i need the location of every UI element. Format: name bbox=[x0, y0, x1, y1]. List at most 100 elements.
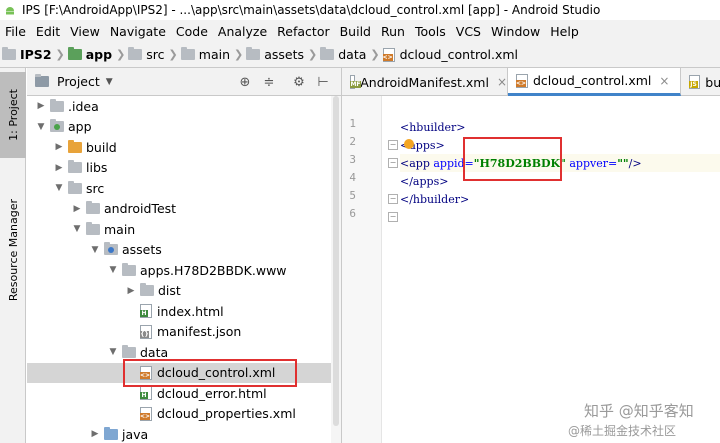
expand-right-icon[interactable]: ▶ bbox=[53, 163, 65, 173]
breadcrumb-item[interactable]: IPS2 ❯ bbox=[2, 47, 68, 62]
tree-item[interactable]: ▶ java bbox=[27, 424, 341, 443]
tree-item[interactable]: ▶ androidTest bbox=[27, 199, 341, 220]
menu-vcs[interactable]: VCS bbox=[451, 24, 486, 39]
expand-right-icon[interactable]: ▶ bbox=[35, 101, 47, 111]
menu-view[interactable]: View bbox=[65, 24, 105, 39]
chevron-right-icon: ❯ bbox=[308, 48, 318, 61]
tree-item[interactable]: ▶ libs bbox=[27, 158, 341, 179]
tree-item-label: androidTest bbox=[104, 201, 177, 217]
close-icon[interactable]: × bbox=[659, 74, 669, 88]
fold-marker-icon[interactable]: − bbox=[388, 194, 398, 204]
breadcrumb-item[interactable]: main ❯ bbox=[180, 47, 246, 62]
menu-analyze[interactable]: Analyze bbox=[213, 24, 272, 39]
intention-bulb-icon[interactable] bbox=[404, 139, 414, 149]
folder-icon bbox=[320, 47, 335, 60]
expand-right-icon[interactable]: ▶ bbox=[89, 429, 101, 439]
folder-icon bbox=[104, 426, 118, 440]
html-file-icon: H bbox=[140, 386, 152, 401]
xml-file-icon: <> bbox=[516, 73, 528, 88]
tree-item[interactable]: <> dcloud_control.xml bbox=[27, 362, 341, 383]
code-line-2: <hbuilder> bbox=[400, 120, 466, 134]
chevron-right-icon: ❯ bbox=[116, 48, 126, 61]
folder-icon bbox=[67, 47, 82, 60]
expand-down-icon[interactable]: ▼ bbox=[53, 183, 65, 193]
menu-refactor[interactable]: Refactor bbox=[272, 24, 334, 39]
folder-icon bbox=[68, 139, 82, 153]
folder-icon bbox=[122, 344, 136, 358]
folder-icon bbox=[2, 47, 16, 60]
target-icon[interactable]: ⊕ bbox=[237, 74, 253, 90]
menu-code[interactable]: Code bbox=[171, 24, 213, 39]
chevron-down-icon[interactable]: ▼ bbox=[106, 77, 113, 87]
expand-down-icon[interactable]: ▼ bbox=[89, 245, 101, 255]
fold-marker-icon[interactable]: − bbox=[388, 158, 398, 168]
tree-item[interactable]: ▶ .idea bbox=[27, 96, 341, 117]
breadcrumb-item[interactable]: src ❯ bbox=[128, 47, 180, 62]
editor-tab[interactable]: JS build. bbox=[681, 68, 720, 96]
menu-build[interactable]: Build bbox=[335, 24, 376, 39]
window-title: IPS [F:\AndroidApp\IPS2] - ...\app\src\m… bbox=[22, 3, 601, 17]
expand-right-icon[interactable]: ▶ bbox=[53, 142, 65, 152]
fold-marker-icon[interactable]: − bbox=[388, 140, 398, 150]
line-number: 1 bbox=[349, 117, 356, 130]
tree-item-label: java bbox=[122, 426, 149, 442]
hide-icon[interactable]: ⊢ bbox=[315, 74, 331, 90]
tree-item[interactable]: Hindex.html bbox=[27, 301, 341, 322]
code-line-5: </apps> bbox=[400, 174, 449, 188]
tree-item[interactable]: ▶ dist bbox=[27, 281, 341, 302]
menu-file[interactable]: File bbox=[0, 24, 31, 39]
close-icon[interactable]: × bbox=[497, 75, 507, 89]
menu-window[interactable]: Window bbox=[486, 24, 545, 39]
folder-icon bbox=[122, 262, 136, 276]
expand-down-icon[interactable]: ▼ bbox=[107, 347, 119, 357]
breadcrumb-label: data bbox=[338, 47, 367, 62]
tree-item-label: .idea bbox=[68, 98, 99, 114]
fold-marker-icon[interactable]: − bbox=[388, 212, 398, 222]
editor-tab[interactable]: MF AndroidManifest.xml × bbox=[342, 68, 508, 96]
breadcrumb-item[interactable]: data ❯ bbox=[320, 47, 382, 62]
breadcrumb-item[interactable]: <> dcloud_control.xml bbox=[382, 47, 518, 62]
expand-right-icon[interactable]: ▶ bbox=[125, 286, 137, 296]
breadcrumb-item[interactable]: app ❯ bbox=[67, 47, 129, 62]
breadcrumb-label: src bbox=[146, 47, 165, 62]
project-view-selector[interactable]: Project bbox=[57, 74, 100, 89]
menu-navigate[interactable]: Navigate bbox=[105, 24, 171, 39]
folder-icon bbox=[180, 47, 195, 60]
folder-icon bbox=[104, 242, 118, 256]
breadcrumb-item[interactable]: assets ❯ bbox=[246, 47, 320, 62]
project-tool-tab[interactable]: 1: Project bbox=[0, 72, 26, 158]
expand-down-icon[interactable]: ▼ bbox=[35, 122, 47, 132]
expand-right-icon[interactable]: ▶ bbox=[71, 204, 83, 214]
mf-file-icon: MF bbox=[350, 75, 361, 89]
menu-run[interactable]: Run bbox=[376, 24, 410, 39]
tree-item[interactable]: ▼ main bbox=[27, 219, 341, 240]
tree-item[interactable]: <> dcloud_properties.xml bbox=[27, 404, 341, 425]
tree-item[interactable]: Hdcloud_error.html bbox=[27, 383, 341, 404]
resource-manager-tool-tab[interactable]: Resource Manager bbox=[0, 164, 26, 336]
gear-icon[interactable]: ⚙ bbox=[291, 74, 307, 90]
tree-item[interactable]: ▼ apps.H78D2BBDK.www bbox=[27, 260, 341, 281]
code-view[interactable]: <hbuilder> <apps> <app appid= "H78D2BBDK"… bbox=[400, 96, 720, 443]
tree-item[interactable]: ▼ src bbox=[27, 178, 341, 199]
expand-down-icon[interactable]: ▼ bbox=[107, 265, 119, 275]
line-number: 4 bbox=[349, 171, 356, 184]
tree-item[interactable]: ▼ assets bbox=[27, 240, 341, 261]
collapse-icon[interactable]: ≑ bbox=[261, 74, 277, 90]
scrollbar-thumb[interactable] bbox=[333, 96, 339, 426]
tree-item[interactable]: ▼ data bbox=[27, 342, 341, 363]
tree-item-label: assets bbox=[122, 242, 162, 258]
folder-icon bbox=[50, 119, 64, 133]
xml-file-icon: <> bbox=[140, 406, 152, 421]
menu-edit[interactable]: Edit bbox=[31, 24, 65, 39]
menu-tools[interactable]: Tools bbox=[410, 24, 451, 39]
breadcrumb-label: app bbox=[85, 47, 113, 62]
tree-item[interactable]: ▼ app bbox=[27, 117, 341, 138]
folder-icon bbox=[68, 180, 82, 194]
expand-down-icon[interactable]: ▼ bbox=[71, 224, 83, 234]
menu-help[interactable]: Help bbox=[545, 24, 584, 39]
editor-tab[interactable]: <> dcloud_control.xml × bbox=[508, 68, 681, 96]
project-scrollbar[interactable] bbox=[331, 96, 341, 443]
tree-item[interactable]: ▶ build bbox=[27, 137, 341, 158]
tree-item-label: apps.H78D2BBDK.www bbox=[140, 262, 287, 278]
tree-item[interactable]: {} manifest.json bbox=[27, 322, 341, 343]
